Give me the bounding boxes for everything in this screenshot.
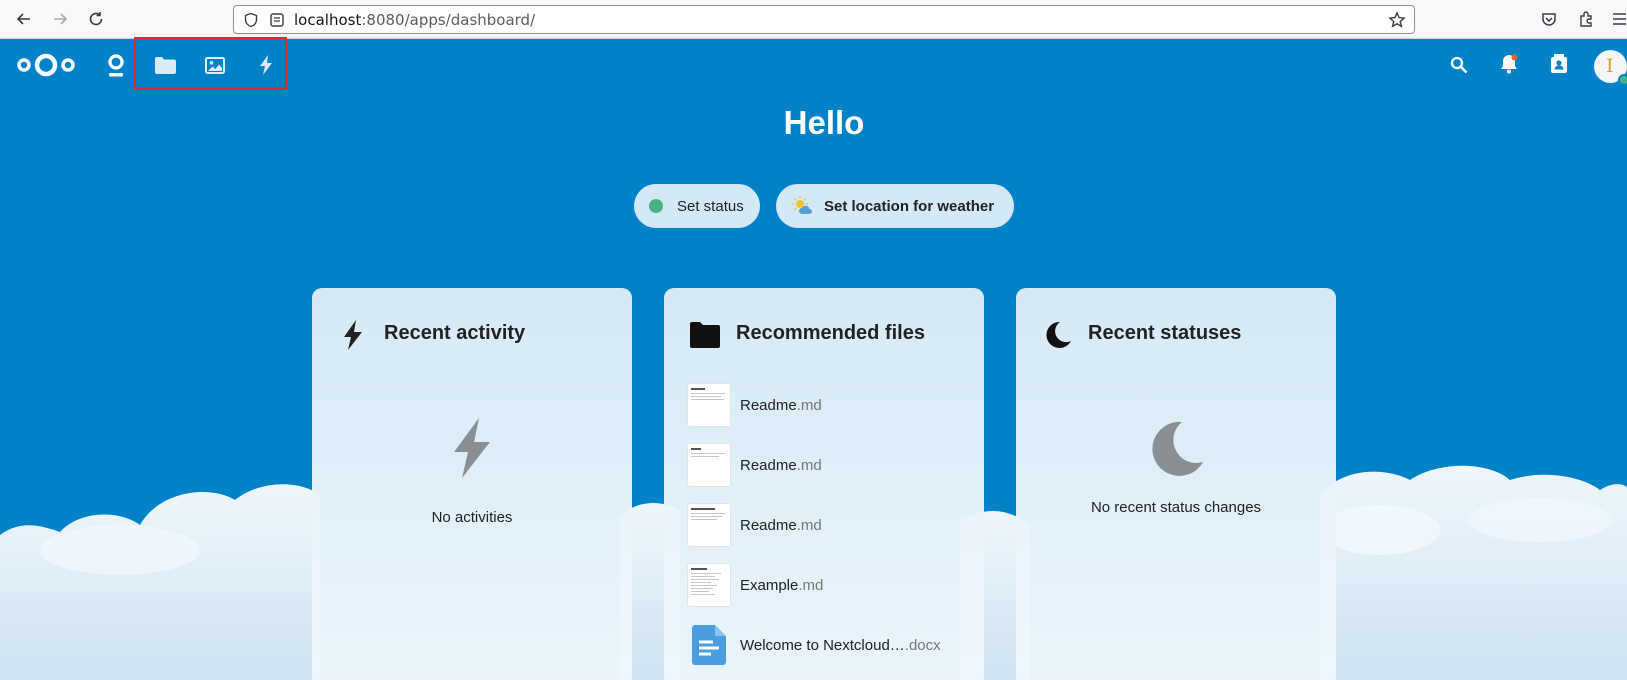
- back-arrow-icon: [16, 13, 30, 25]
- file-extension: .md: [796, 456, 822, 474]
- panel-title: Recommended files: [736, 322, 925, 344]
- weather-icon: [792, 196, 812, 214]
- file-extension: .md: [796, 516, 822, 534]
- moon-icon: [1152, 421, 1203, 476]
- file-basename: Readme: [740, 516, 797, 534]
- contacts-button[interactable]: [1547, 52, 1571, 76]
- set-status-button[interactable]: Set status: [634, 184, 760, 228]
- app-dashboard[interactable]: [104, 52, 128, 80]
- file-item[interactable]: Example.md: [687, 562, 977, 608]
- nextcloud-logo-icon: [17, 53, 75, 77]
- recent-statuses-panel: Recent statuses No recent status changes: [1016, 288, 1336, 680]
- empty-state-text: No activities: [431, 509, 513, 526]
- file-item[interactable]: Welcome to Nextcloud….docx: [687, 622, 977, 668]
- panel-title: Recent statuses: [1088, 322, 1242, 344]
- file-item[interactable]: Readme.md: [687, 382, 977, 428]
- file-item[interactable]: Readme.md: [687, 502, 977, 548]
- file-thumbnail: [687, 503, 731, 547]
- online-dot-icon: [649, 199, 663, 213]
- panel-title: Recent activity: [384, 322, 526, 344]
- file-thumbnail: [687, 623, 731, 667]
- url-host: localhost: [294, 10, 362, 29]
- file-extension: .docx: [904, 636, 941, 654]
- bell-icon: [1501, 54, 1518, 74]
- search-icon: [1450, 56, 1468, 74]
- menu-icon[interactable]: [1612, 11, 1626, 27]
- file-thumbnail: [687, 383, 731, 427]
- online-status-dot: [1618, 74, 1627, 86]
- file-name: Readme.md: [740, 517, 822, 534]
- file-basename: Readme: [740, 456, 797, 474]
- statuses-panel-icon: [1042, 318, 1072, 352]
- reload-button[interactable]: [84, 7, 108, 31]
- url-path: :8080/apps/dashboard/: [361, 10, 536, 29]
- recent-activity-panel: Recent activity No activities: [312, 288, 632, 680]
- notifications-button[interactable]: [1497, 52, 1521, 76]
- lightning-icon: [454, 418, 490, 478]
- set-status-label: Set status: [677, 197, 744, 215]
- forward-arrow-icon: [54, 13, 68, 25]
- file-name: Welcome to Nextcloud….docx: [740, 637, 941, 654]
- reload-icon: [89, 12, 103, 26]
- folder-icon: [690, 322, 720, 348]
- file-basename: Example: [740, 576, 799, 594]
- document-icon: [692, 625, 726, 665]
- back-button[interactable]: [12, 7, 36, 31]
- highlight-box: [134, 37, 287, 90]
- file-item[interactable]: Readme.md: [687, 442, 977, 488]
- empty-state-text: No recent status changes: [1090, 499, 1262, 516]
- file-name: Readme.md: [740, 397, 822, 414]
- page-info-icon[interactable]: [269, 12, 285, 28]
- empty-activity-icon: [312, 418, 632, 478]
- nextcloud-logo[interactable]: [14, 49, 78, 81]
- recommended-files-panel: Recommended files Readme.md Readme.md Re…: [664, 288, 984, 680]
- avatar-initial: I: [1606, 55, 1614, 77]
- browser-toolbar: localhost:8080/apps/dashboard/: [0, 0, 1627, 39]
- pocket-icon[interactable]: [1540, 10, 1558, 28]
- greeting-title: Hello: [783, 104, 865, 141]
- bookmark-star-icon[interactable]: [1388, 11, 1406, 29]
- search-button[interactable]: [1447, 53, 1471, 77]
- moon-icon: [1046, 321, 1071, 348]
- weather-label: Set location for weather: [824, 197, 995, 215]
- lightning-icon: [344, 320, 362, 350]
- file-thumbnail: [687, 443, 731, 487]
- user-avatar[interactable]: I: [1594, 50, 1627, 86]
- file-name: Readme.md: [740, 457, 822, 474]
- contacts-icon: [1551, 54, 1567, 73]
- shield-icon[interactable]: [243, 12, 259, 28]
- file-extension: .md: [796, 396, 822, 414]
- url-text: localhost:8080/apps/dashboard/: [294, 11, 535, 29]
- file-thumbnail: [687, 563, 731, 607]
- activity-panel-icon: [338, 318, 368, 352]
- extensions-icon[interactable]: [1577, 10, 1595, 28]
- file-basename: Readme: [740, 396, 797, 414]
- file-extension: .md: [798, 576, 824, 594]
- file-basename: Welcome to Nextcloud…: [740, 636, 905, 654]
- address-bar[interactable]: localhost:8080/apps/dashboard/: [233, 5, 1415, 34]
- set-weather-location-button[interactable]: Set location for weather: [776, 184, 1014, 228]
- forward-button[interactable]: [48, 7, 72, 31]
- file-name: Example.md: [740, 577, 823, 594]
- empty-status-icon: [1016, 420, 1336, 476]
- dashboard-icon: [108, 54, 124, 77]
- files-panel-icon: [690, 318, 720, 352]
